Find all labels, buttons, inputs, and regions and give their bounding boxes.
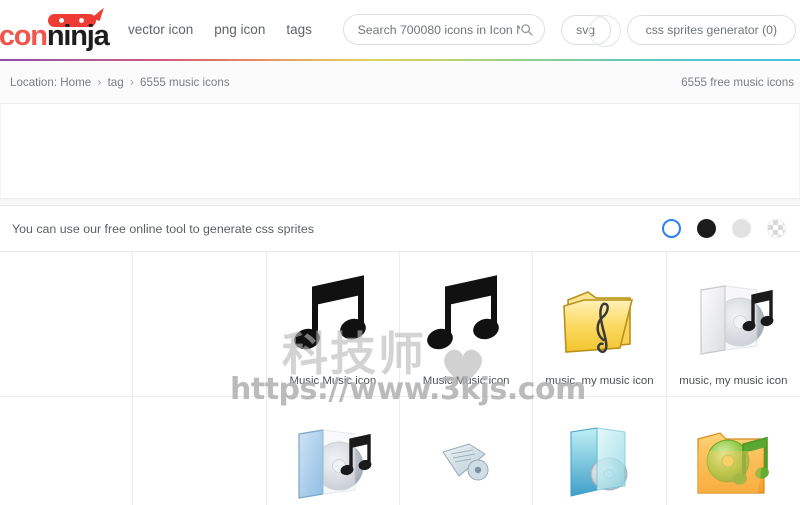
icon-cell[interactable] bbox=[0, 252, 134, 397]
icon-cell[interactable]: music, my music icon bbox=[533, 397, 667, 505]
icon-art-empty bbox=[133, 264, 265, 387]
icon-grid: Music Music icon Music Music icon music,… bbox=[0, 252, 800, 505]
icon-art-empty bbox=[133, 409, 265, 505]
breadcrumb-item-tag[interactable]: tag bbox=[108, 76, 124, 89]
swatch-background-transparent[interactable] bbox=[767, 219, 786, 238]
cyan-folder-cd-icon bbox=[570, 426, 628, 497]
icon-art-wrap bbox=[400, 409, 532, 505]
logo-text-ninja: ninja bbox=[46, 19, 110, 52]
nav-item-png-icon[interactable]: png icon bbox=[214, 22, 265, 37]
black-beamed-note-icon bbox=[427, 274, 499, 349]
icon-art-empty bbox=[0, 264, 132, 387]
icon-cell[interactable]: music, my music icon bbox=[666, 252, 800, 397]
swatch-background-white[interactable] bbox=[662, 219, 681, 238]
icon-art-wrap bbox=[667, 409, 800, 505]
logo-text: iconninja bbox=[0, 19, 110, 52]
breadcrumb-separator-1: › bbox=[97, 75, 102, 89]
icon-art-empty bbox=[0, 409, 132, 505]
icon-cell[interactable]: my music, music icon bbox=[399, 397, 534, 505]
icon-cell[interactable] bbox=[0, 397, 134, 505]
logo-text-icon: icon bbox=[0, 19, 48, 52]
nav-item-tags[interactable]: tags bbox=[286, 22, 312, 37]
icon-label: Music Music icon bbox=[422, 375, 510, 387]
orange-folder-cd-notes-icon bbox=[697, 431, 770, 494]
icon-art-wrap bbox=[267, 264, 399, 375]
css-sprites-hint: You can use our free online tool to gene… bbox=[12, 221, 314, 236]
white-folder-cd-notes-icon bbox=[700, 284, 774, 355]
main-nav: vector icon png icon tags bbox=[128, 22, 312, 37]
css-sprites-generator-button[interactable]: css sprites generator (0) bbox=[626, 14, 796, 45]
icon-cell[interactable]: Music Music icon bbox=[399, 252, 534, 397]
icon-art-wrap bbox=[400, 264, 532, 375]
icon-art-wrap bbox=[267, 409, 399, 505]
icon-cell[interactable]: music, my music icon bbox=[666, 397, 800, 505]
icon-art-wrap bbox=[667, 264, 800, 375]
yellow-folder-treble-clef-icon bbox=[563, 290, 634, 353]
breadcrumb: Location: Home › tag › 6555 music icons bbox=[10, 76, 230, 89]
background-swatches bbox=[662, 219, 786, 238]
nav-item-vector-icon[interactable]: vector icon bbox=[128, 22, 193, 37]
swatch-background-gray[interactable] bbox=[732, 219, 751, 238]
icon-cell[interactable]: Music Music icon bbox=[266, 252, 400, 397]
site-logo[interactable]: iconninja bbox=[0, 4, 120, 54]
paper-disc-small-icon bbox=[442, 442, 489, 480]
swatch-background-black[interactable] bbox=[697, 219, 716, 238]
site-header: iconninja vector icon png icon tags svg … bbox=[0, 0, 800, 59]
icon-cell[interactable] bbox=[133, 397, 267, 505]
format-filter-svg-button[interactable]: svg bbox=[560, 14, 621, 47]
blue-folder-cd-notes-icon bbox=[298, 428, 372, 499]
icon-cell[interactable]: my music, music icon bbox=[266, 397, 400, 505]
header-actions: svg css sprites generator (0) bbox=[342, 14, 800, 47]
breadcrumb-prefix: Location: bbox=[10, 75, 58, 89]
section-spacer bbox=[0, 199, 800, 206]
breadcrumb-bar: Location: Home › tag › 6555 music icons … bbox=[0, 61, 800, 104]
ninja-headband-tail-icon bbox=[91, 4, 104, 21]
ad-slot bbox=[0, 104, 800, 199]
icon-label: music, my music icon bbox=[679, 375, 788, 387]
breadcrumb-item-current: 6555 music icons bbox=[140, 75, 230, 89]
icon-cell[interactable]: music, my music icon bbox=[533, 252, 667, 397]
search-box[interactable] bbox=[342, 14, 545, 45]
search-icon[interactable] bbox=[520, 23, 533, 36]
free-icons-count-label: 6555 free music icons bbox=[681, 75, 794, 89]
black-beamed-note-icon bbox=[293, 274, 366, 349]
search-input[interactable] bbox=[357, 22, 520, 37]
css-sprites-bar: You can use our free online tool to gene… bbox=[0, 206, 800, 252]
icon-art-wrap bbox=[533, 409, 665, 505]
icon-label: Music Music icon bbox=[289, 375, 377, 387]
breadcrumb-item-home[interactable]: Home bbox=[60, 76, 91, 89]
icon-label: music, my music icon bbox=[545, 375, 654, 387]
icon-art-wrap bbox=[533, 264, 665, 375]
icon-cell[interactable] bbox=[133, 252, 267, 397]
breadcrumb-separator-2: › bbox=[129, 75, 134, 89]
